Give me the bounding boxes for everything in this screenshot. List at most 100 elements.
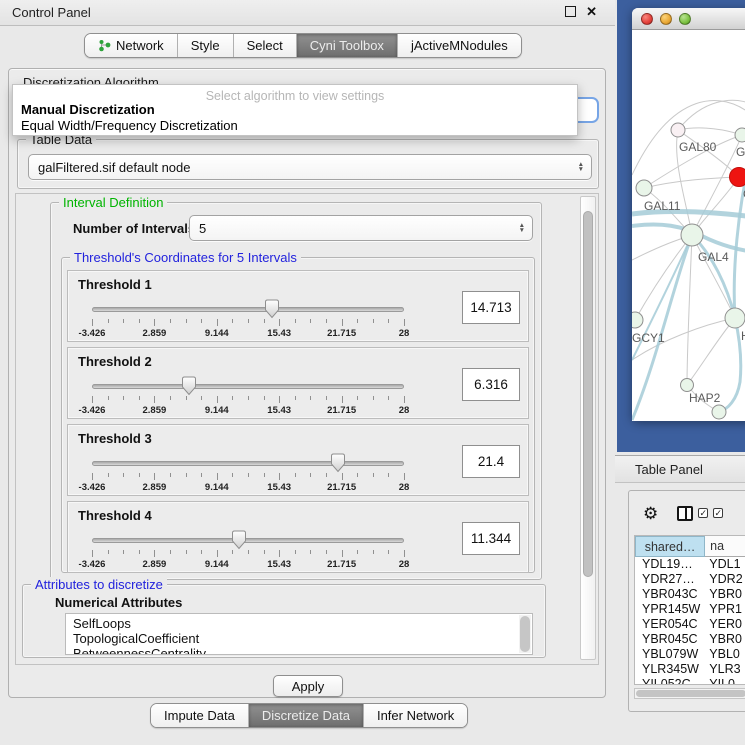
tab-label: jActiveMNodules: [411, 38, 508, 53]
slider-tick: [186, 473, 187, 477]
mode-tab-impute-data[interactable]: Impute Data: [151, 704, 248, 727]
slider-tick: [123, 319, 124, 323]
column-header-na[interactable]: na: [705, 536, 745, 557]
slider-tick: [404, 396, 405, 403]
table-data-combobox[interactable]: galFiltered.sif default node ▲▼: [28, 154, 592, 180]
slider-tick-label: 28: [399, 559, 410, 570]
table-row[interactable]: YLR345WYLR3: [635, 662, 745, 677]
slider-handle[interactable]: [264, 299, 280, 319]
float-panel-icon[interactable]: [565, 6, 576, 17]
table-scrollbar-thumb[interactable]: [636, 690, 745, 697]
slider-tick: [217, 396, 218, 403]
network-node-gal11[interactable]: [636, 180, 652, 196]
discretization-panel: Discretization Algorithm Table Data galF…: [8, 68, 606, 698]
combo-stepper-icon[interactable]: ▲▼: [578, 162, 584, 172]
slider-tick: [186, 550, 187, 554]
network-node-gcy1[interactable]: [632, 312, 643, 328]
node-label: GAL80: [679, 140, 717, 154]
slider-track[interactable]: [92, 461, 404, 466]
attribute-item-betweennesscentrality[interactable]: BetweennessCentrality: [73, 646, 532, 655]
zoom-window-icon[interactable]: [679, 13, 691, 25]
slider-tick: [388, 396, 389, 400]
threshold-label: Threshold 1: [78, 277, 152, 292]
checkbox-icon[interactable]: ✓: [698, 508, 708, 518]
tab-jactivemnodules[interactable]: jActiveMNodules: [397, 34, 521, 57]
numerical-attributes-list[interactable]: SelfLoopsTopologicalCoefficientBetweenne…: [65, 613, 533, 655]
network-node-h[interactable]: [725, 308, 745, 328]
tab-network[interactable]: Network: [85, 34, 177, 57]
slider-track[interactable]: [92, 307, 404, 312]
close-window-icon[interactable]: [641, 13, 653, 25]
slider-tick: [326, 319, 327, 323]
control-panel-title: Control Panel: [12, 5, 91, 20]
network-desktop: GAL80GCGAL11GAL4GCY1HHAP2: [617, 0, 745, 452]
gear-icon[interactable]: ⚙: [643, 505, 658, 522]
slider-tick: [248, 550, 249, 554]
slider-track[interactable]: [92, 384, 404, 389]
close-panel-icon[interactable]: ✕: [586, 6, 597, 17]
cell-name: YDR2: [705, 572, 745, 587]
slider-tick: [373, 396, 374, 400]
attributes-list-scrollbar-thumb[interactable]: [520, 616, 530, 652]
network-node-gal80[interactable]: [671, 123, 685, 137]
table-row[interactable]: YBR043CYBR0: [635, 587, 745, 602]
checkbox-icon[interactable]: ✓: [713, 508, 723, 518]
combo-stepper-icon[interactable]: ▲▼: [519, 223, 525, 233]
table-row[interactable]: YDL19…YDL1: [635, 557, 745, 572]
slider-handle[interactable]: [330, 453, 346, 473]
tab-style[interactable]: Style: [177, 34, 233, 57]
threshold-slider[interactable]: -3.4262.8599.14415.4321.71528: [92, 528, 404, 570]
settings-vertical-scrollbar[interactable]: [580, 196, 596, 660]
cell-name: YBL0: [705, 647, 745, 662]
table-row[interactable]: YIL052CYIL0: [635, 677, 745, 685]
table-row[interactable]: YBL079WYBL0: [635, 647, 745, 662]
slider-tick-label: -3.426: [79, 405, 106, 416]
network-node-c[interactable]: [730, 168, 745, 187]
tab-cyni-toolbox[interactable]: Cyni Toolbox: [296, 34, 397, 57]
network-node[interactable]: [712, 405, 726, 419]
attributes-list-scrollbar[interactable]: [519, 615, 531, 653]
cell-shared-name: YBR043C: [635, 587, 705, 602]
slider-tick: [201, 396, 202, 400]
network-node-gal4[interactable]: [681, 224, 703, 246]
table-row[interactable]: YER054CYER0: [635, 617, 745, 632]
threshold-slider[interactable]: -3.4262.8599.14415.4321.71528: [92, 297, 404, 339]
tab-select[interactable]: Select: [233, 34, 296, 57]
slider-handle[interactable]: [231, 530, 247, 550]
table-row[interactable]: YDR27…YDR2: [635, 572, 745, 587]
threshold-value-field[interactable]: 21.4: [462, 445, 520, 478]
algorithm-option-equal-width-frequency-discretization[interactable]: Equal Width/Frequency Discretization: [13, 118, 577, 134]
attribute-item-selfloops[interactable]: SelfLoops: [73, 616, 532, 631]
table-row[interactable]: YBR045CYBR0: [635, 632, 745, 647]
threshold-panel: Threshold 2 -3.4262.8599.14415.4321.7152…: [67, 347, 529, 419]
network-node-g[interactable]: [735, 128, 745, 142]
minimize-window-icon[interactable]: [660, 13, 672, 25]
slider-handle[interactable]: [181, 376, 197, 396]
table-panel: ⚙ ✓ ✓ shared…na YDL19…YDL1YDR27…YDR2YBR0…: [628, 490, 745, 712]
network-canvas[interactable]: GAL80GCGAL11GAL4GCY1HHAP2: [632, 30, 745, 421]
mode-tab-discretize-data[interactable]: Discretize Data: [248, 704, 363, 727]
tab-label: Select: [247, 38, 283, 53]
apply-button[interactable]: Apply: [273, 675, 343, 697]
algorithm-option-manual-discretization[interactable]: Manual Discretization: [13, 102, 577, 118]
threshold-value-field[interactable]: 6.316: [462, 368, 520, 401]
slider-tick: [217, 473, 218, 480]
column-header-shared-[interactable]: shared…: [635, 536, 705, 557]
slider-tick: [264, 319, 265, 323]
table-row[interactable]: YPR145WYPR1: [635, 602, 745, 617]
number-of-intervals-combobox[interactable]: 5 ▲▼: [189, 215, 533, 241]
threshold-value-field[interactable]: 14.713: [462, 291, 520, 324]
split-columns-icon[interactable]: [677, 506, 693, 521]
network-node-hap2[interactable]: [681, 379, 694, 392]
threshold-slider[interactable]: -3.4262.8599.14415.4321.71528: [92, 451, 404, 493]
attribute-item-topologicalcoefficient[interactable]: TopologicalCoefficient: [73, 631, 532, 646]
mode-tab-infer-network[interactable]: Infer Network: [363, 704, 467, 727]
slider-tick: [123, 550, 124, 554]
threshold-value-field[interactable]: 11.344: [462, 522, 520, 555]
settings-scrollbar-thumb[interactable]: [583, 211, 593, 577]
table-horizontal-scrollbar[interactable]: [634, 688, 745, 699]
settings-scroll-pane: Interval Definition Number of Intervals …: [15, 193, 599, 665]
thresholds-group: Threshold's Coordinates for 5 Intervals …: [61, 257, 535, 573]
threshold-slider[interactable]: -3.4262.8599.14415.4321.71528: [92, 374, 404, 416]
slider-track[interactable]: [92, 538, 404, 543]
